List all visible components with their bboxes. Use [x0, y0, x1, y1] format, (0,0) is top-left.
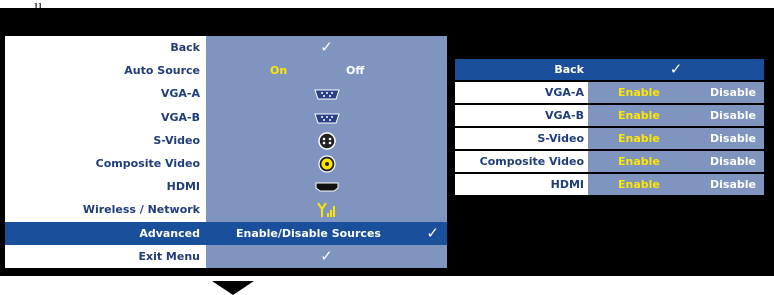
submenu-label: Composite Video [479, 155, 584, 168]
submenu-item-vga-a: VGA-A Enable Disable [455, 82, 764, 105]
main-menu: Back ✓ Auto Source On Off VGA-A VGA-B S-… [5, 36, 447, 268]
enable-option[interactable]: Enable [618, 128, 660, 149]
menu-item-vga-a[interactable]: VGA-A [5, 82, 447, 106]
auto-source-off[interactable]: Off [346, 59, 364, 82]
submenu-label: VGA-A [544, 86, 584, 99]
menu-label: Advanced [5, 221, 206, 245]
menu-item-s-video[interactable]: S-Video [5, 128, 447, 152]
submenu-item-s-video: S-Video Enable Disable [455, 128, 764, 151]
menu-label: HDMI [5, 175, 206, 199]
menu-item-wireless-network[interactable]: Wireless / Network [5, 198, 447, 222]
vga-port-icon [313, 113, 340, 124]
check-icon: ✓ [588, 59, 764, 80]
menu-item-back[interactable]: Back ✓ [5, 36, 447, 60]
menu-label: Exit Menu [5, 244, 206, 268]
scroll-down-arrow-icon[interactable] [212, 281, 254, 295]
submenu-label: VGA-B [544, 109, 584, 122]
submenu-back[interactable]: Back ✓ [455, 59, 764, 82]
disable-option[interactable]: Disable [710, 128, 756, 149]
submenu-label: HDMI [550, 178, 584, 191]
check-icon: ✓ [206, 244, 447, 268]
submenu-item-vga-b: VGA-B Enable Disable [455, 105, 764, 128]
submenu-label: Back [455, 59, 588, 80]
sources-submenu: Back ✓ VGA-A Enable Disable VGA-B Enable… [455, 59, 764, 195]
enable-option[interactable]: Enable [618, 82, 660, 103]
disable-option[interactable]: Disable [710, 105, 756, 126]
menu-item-advanced[interactable]: Advanced Enable/Disable Sources ✓ [5, 221, 447, 245]
menu-item-exit-menu[interactable]: Exit Menu ✓ [5, 244, 447, 268]
menu-label: Composite Video [5, 151, 206, 176]
menu-label: VGA-A [5, 82, 206, 106]
enable-option[interactable]: Enable [618, 174, 660, 195]
submenu-item-composite-video: Composite Video Enable Disable [455, 151, 764, 174]
disable-option[interactable]: Disable [710, 174, 756, 195]
hdmi-port-icon [315, 182, 338, 192]
menu-label: S-Video [5, 128, 206, 152]
submenu-item-hdmi: HDMI Enable Disable [455, 174, 764, 195]
menu-item-composite-video[interactable]: Composite Video [5, 151, 447, 176]
enable-option[interactable]: Enable [618, 105, 660, 126]
composite-port-icon [317, 155, 336, 173]
menu-label: Back [5, 36, 206, 60]
submenu-label: S-Video [537, 132, 584, 145]
check-icon: ✓ [206, 36, 447, 60]
vga-port-icon [313, 89, 340, 100]
check-icon: ✓ [426, 223, 439, 242]
menu-item-auto-source[interactable]: Auto Source On Off [5, 59, 447, 83]
advanced-value: Enable/Disable Sources [236, 226, 381, 240]
disable-option[interactable]: Disable [710, 82, 756, 103]
s-video-port-icon [317, 132, 336, 150]
menu-label: Auto Source [5, 59, 206, 83]
menu-label: VGA-B [5, 105, 206, 129]
menu-item-vga-b[interactable]: VGA-B [5, 105, 447, 129]
auto-source-on[interactable]: On [270, 59, 287, 82]
menu-item-hdmi[interactable]: HDMI [5, 175, 447, 199]
menu-label: Wireless / Network [5, 198, 206, 222]
enable-option[interactable]: Enable [618, 151, 660, 172]
wireless-signal-icon [316, 202, 335, 218]
disable-option[interactable]: Disable [710, 151, 756, 172]
